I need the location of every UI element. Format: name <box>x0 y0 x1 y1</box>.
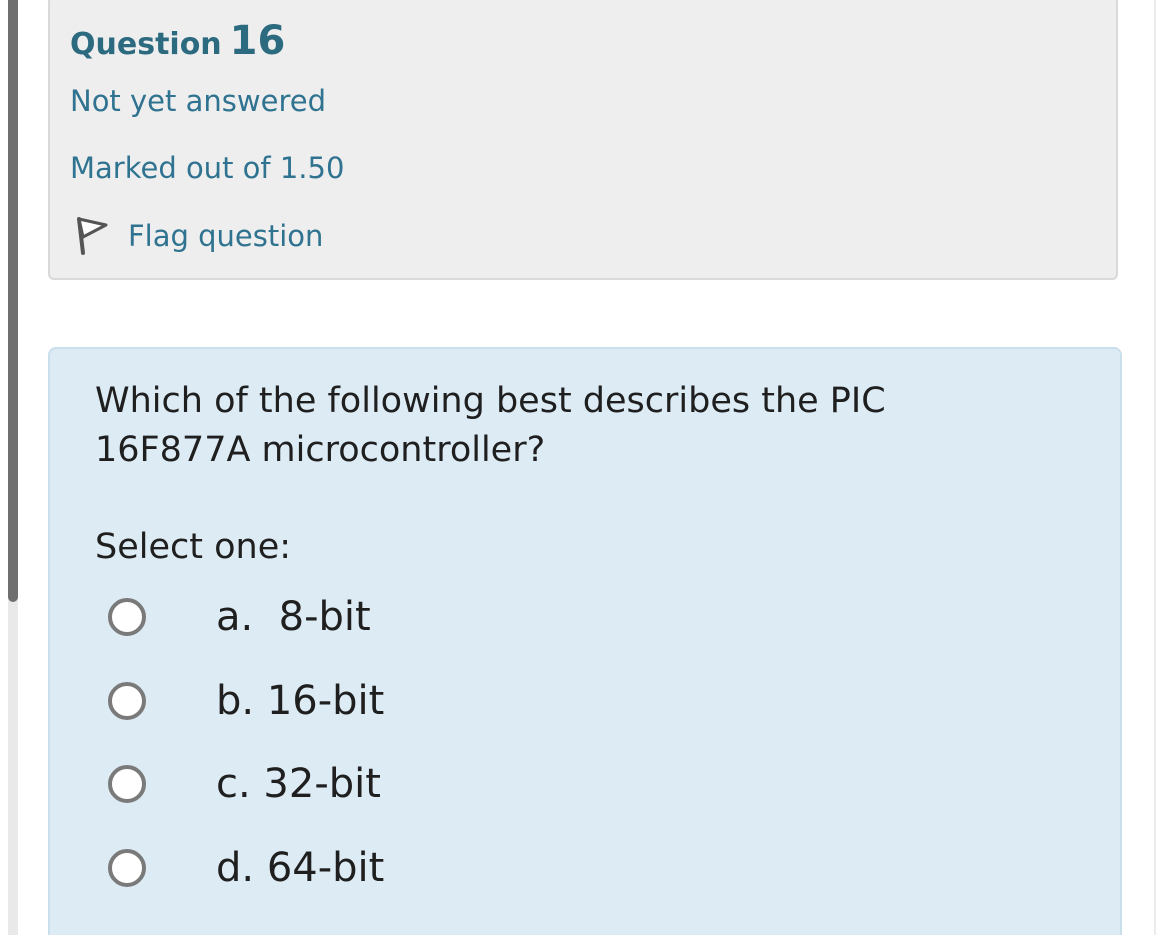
answer-option-c[interactable]: c. 32-bit <box>108 754 381 814</box>
radio-button-d[interactable] <box>108 849 146 887</box>
scrollbar-thumb[interactable] <box>8 0 18 602</box>
radio-button-b[interactable] <box>108 682 146 720</box>
flag-question-label: Flag question <box>128 219 324 253</box>
answer-option-label: d. 64-bit <box>216 845 385 891</box>
answer-option-a[interactable]: a. 8-bit <box>108 587 371 647</box>
flag-question-button[interactable]: Flag question <box>74 214 323 258</box>
question-word: Question <box>70 27 222 62</box>
answer-option-label: a. 8-bit <box>216 594 371 640</box>
select-one-prompt: Select one: <box>95 527 292 567</box>
answer-option-label: c. 32-bit <box>216 761 381 807</box>
flag-outline-icon <box>74 216 108 256</box>
question-info-panel: Question 16 Not yet answered Marked out o… <box>48 0 1118 280</box>
question-text: Which of the following best describes th… <box>95 381 886 470</box>
quiz-page: Question 16 Not yet answered Marked out o… <box>0 0 1170 935</box>
question-state: Not yet answered <box>70 84 326 118</box>
answer-option-d[interactable]: d. 64-bit <box>108 838 384 898</box>
question-number: 16 <box>229 18 286 64</box>
radio-button-c[interactable] <box>108 765 146 803</box>
answer-option-b[interactable]: b. 16-bit <box>108 671 384 731</box>
question-heading: Question 16 <box>70 18 285 64</box>
question-grade: Marked out of 1.50 <box>70 151 345 185</box>
page-edge-divider <box>1154 0 1156 935</box>
answer-option-label: b. 16-bit <box>216 678 385 724</box>
radio-button-a[interactable] <box>108 598 146 636</box>
question-content-panel: Which of the following best describes th… <box>48 347 1122 935</box>
